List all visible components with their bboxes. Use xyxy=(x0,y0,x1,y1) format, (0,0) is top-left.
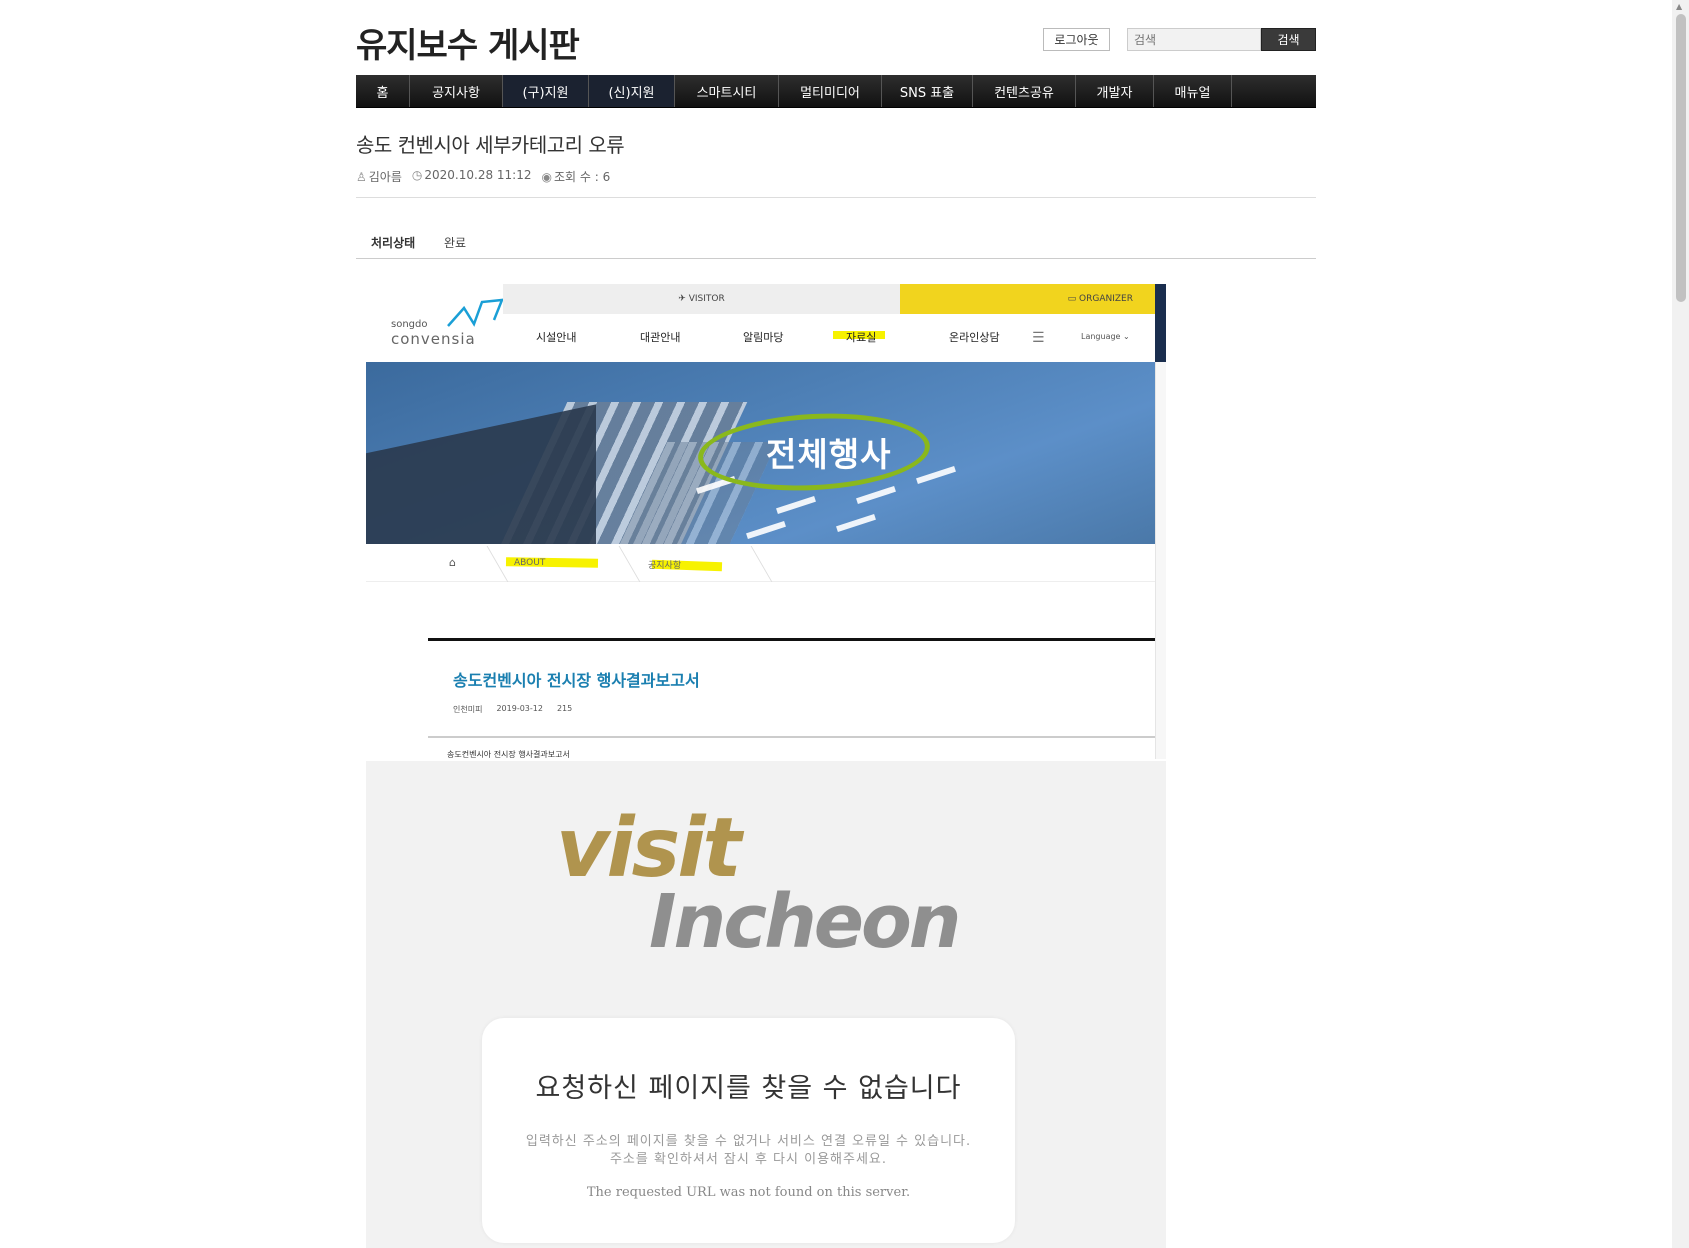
language-label: Language xyxy=(1081,332,1121,341)
breadcrumb: ⌂ ABOUT 공지사항 xyxy=(366,546,1155,582)
banner-dash xyxy=(916,465,956,485)
error-line-2: 주소를 확인하셔서 잠시 후 다시 이용해주세요. xyxy=(609,1152,888,1167)
breadcrumb-separator xyxy=(467,546,509,582)
search-button[interactable]: 검색 xyxy=(1261,28,1316,51)
main-nav: 홈 공지사항 (구)지원 (신)지원 스마트시티 멀티미디어 SNS 표출 컨텐… xyxy=(356,75,1316,108)
hamburger-icon: ☰ xyxy=(1032,330,1045,346)
article-views: 215 xyxy=(556,704,573,713)
post-meta: ♙ 김아름 ◷ 2020.10.28 11:12 ◉ 조회 수 : 6 xyxy=(356,168,610,185)
nav-item-smartcity[interactable]: 스마트시티 xyxy=(675,75,779,107)
article-title: 송도컨벤시아 전시장 행사결과보고서 xyxy=(453,671,700,690)
menu-notice: 알림마당 xyxy=(743,331,784,344)
error-card: 요청하신 페이지를 찾을 수 없습니다 입력하신 주소의 페이지를 찾을 수 없… xyxy=(482,1018,1015,1243)
menu-consult: 온라인상담 xyxy=(949,331,1000,344)
nav-item-sns[interactable]: SNS 표출 xyxy=(882,75,973,107)
article-author: 인천미피 xyxy=(453,705,483,714)
screenshot-right-edge xyxy=(1155,362,1166,759)
banner-title: 전체행사 xyxy=(766,435,892,474)
breadcrumb-separator xyxy=(599,546,641,582)
visitor-tab: ✈ VISITOR xyxy=(503,284,900,314)
post-author: 김아름 xyxy=(368,170,402,184)
divider xyxy=(356,197,1316,198)
article-body: 송도컨벤시아 전시장 행사결과보고서 xyxy=(447,750,570,759)
nav-item-old-support[interactable]: (구)지원 xyxy=(503,75,589,107)
error-english: The requested URL was not found on this … xyxy=(586,1185,911,1200)
article-top-rule xyxy=(428,638,1155,641)
menu-facility: 시설안내 xyxy=(536,331,577,344)
logo-big-text: convensia xyxy=(391,330,476,348)
organizer-label: ORGANIZER xyxy=(1079,294,1133,304)
menu-rental: 대관안내 xyxy=(640,331,681,344)
banner-dash xyxy=(856,485,896,505)
breadcrumb-notice: 공지사항 xyxy=(648,561,682,571)
nav-item-manual[interactable]: 매뉴얼 xyxy=(1154,75,1232,107)
logo-small-text: songdo xyxy=(391,319,428,330)
banner-dash xyxy=(776,495,816,515)
status-row: 처리상태 완료 xyxy=(356,231,1316,259)
eye-icon: ◉ xyxy=(541,170,552,184)
clock-icon: ◷ xyxy=(411,168,423,182)
breadcrumb-separator xyxy=(731,546,773,582)
banner-image: 전체행사 xyxy=(366,362,1155,544)
post-views: 조회 수 : 6 xyxy=(553,170,611,184)
banner-dark-area xyxy=(366,404,596,544)
nav-item-multimedia[interactable]: 멀티미디어 xyxy=(779,75,882,107)
site-title[interactable]: 유지보수 게시판 xyxy=(356,18,580,67)
incheon-logo-text: Incheon xyxy=(649,879,961,965)
article-meta: 인천미피 2019-03-12 215 xyxy=(453,704,572,715)
nav-item-content-share[interactable]: 컨텐츠공유 xyxy=(973,75,1076,107)
nav-item-notice[interactable]: 공지사항 xyxy=(410,75,503,107)
user-icon: ♙ xyxy=(356,170,367,184)
error-heading: 요청하신 페이지를 찾을 수 없습니다 xyxy=(535,1073,962,1104)
nav-item-new-support[interactable]: (신)지원 xyxy=(589,75,675,107)
vertical-scrollbar[interactable]: ▲ xyxy=(1672,0,1689,1248)
post-datetime: 2020.10.28 11:12 xyxy=(424,168,532,182)
breadcrumb-about: ABOUT xyxy=(514,558,546,568)
embedded-screenshot-404: visit Incheon 요청하신 페이지를 찾을 수 없습니다 입력하신 주… xyxy=(366,761,1166,1248)
status-value: 완료 xyxy=(444,236,467,250)
visitor-label: VISITOR xyxy=(688,294,725,304)
banner-dash xyxy=(836,513,876,533)
organizer-tab: ▭ ORGANIZER xyxy=(900,284,1155,314)
article-date: 2019-03-12 xyxy=(496,704,543,713)
error-line-1: 입력하신 주소의 페이지를 찾을 수 없거나 서비스 연결 오류일 수 있습니다… xyxy=(525,1134,972,1149)
convensia-menu: 시설안내 대관안내 알림마당 자료실 온라인상담 xyxy=(503,329,1063,349)
language-select: Language ⌄ xyxy=(1081,332,1130,341)
embedded-screenshot-convensia: songdo convensia ✈ VISITOR ▭ ORGANIZER 시… xyxy=(366,284,1166,759)
nav-item-home[interactable]: 홈 xyxy=(356,75,410,107)
banner-dash xyxy=(746,520,786,540)
scroll-thumb[interactable] xyxy=(1676,14,1686,302)
dark-side-bar xyxy=(1155,284,1166,362)
nav-item-developer[interactable]: 개발자 xyxy=(1076,75,1154,107)
monitor-icon: ▭ xyxy=(1067,294,1080,304)
plane-icon: ✈ xyxy=(678,294,689,304)
logout-button[interactable]: 로그아웃 xyxy=(1043,28,1110,51)
article-bottom-rule xyxy=(428,736,1155,738)
menu-archive: 자료실 xyxy=(846,331,877,344)
status-label: 처리상태 xyxy=(371,236,416,250)
scroll-up-icon[interactable]: ▲ xyxy=(1676,2,1682,11)
search-input[interactable] xyxy=(1127,28,1261,51)
post-title: 송도 컨벤시아 세부카테고리 오류 xyxy=(356,133,625,157)
home-icon: ⌂ xyxy=(449,556,456,569)
